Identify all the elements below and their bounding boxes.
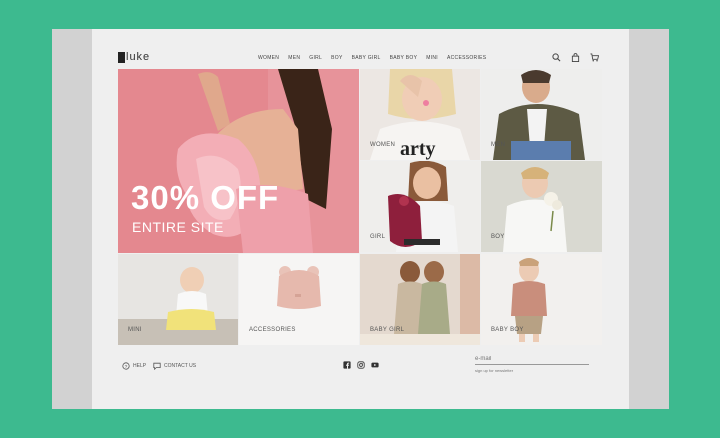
header-icons: [552, 53, 599, 62]
nav-item-boy[interactable]: BOY: [331, 55, 342, 61]
tile-label-mini: MINI: [128, 327, 142, 333]
tile-label-boy: BOY: [491, 234, 505, 240]
nav-item-girl[interactable]: GIRL: [309, 55, 322, 61]
help-label: HELP: [133, 363, 147, 369]
category-tile-girl[interactable]: GIRL: [360, 161, 480, 252]
nav-item-accessories[interactable]: ACCESSORIES: [447, 55, 486, 61]
chat-icon: [153, 362, 161, 370]
social-links: [343, 361, 379, 369]
tile-label-men: MEN: [491, 142, 506, 148]
hero-subline: ENTIRE SITE: [132, 219, 224, 235]
category-tile-accessories[interactable]: ACCESSORIES: [239, 254, 359, 345]
nav-item-mini[interactable]: MINI: [426, 55, 438, 61]
shop-page: luke WOMEN MEN GIRL BOY BABY GIRL BABY B…: [92, 29, 629, 409]
tile-label-accessories: ACCESSORIES: [249, 327, 296, 333]
logo-mark: [118, 51, 125, 63]
help-icon: ?: [122, 362, 130, 370]
main-nav: WOMEN MEN GIRL BOY BABY GIRL BABY BOY MI…: [258, 55, 495, 61]
category-tile-men[interactable]: MEN: [481, 69, 602, 160]
newsletter-note: sign up for newsletter: [475, 368, 514, 373]
help-link[interactable]: ? HELP: [122, 362, 146, 370]
hero-headline: 30% OFF: [131, 179, 280, 216]
svg-text:?: ?: [125, 364, 128, 370]
nav-item-baby-girl[interactable]: BABY GIRL: [352, 55, 381, 61]
tile-label-baby-girl: BABY GIRL: [370, 327, 405, 333]
hero-banner[interactable]: 30% OFF ENTIRE SITE: [118, 69, 359, 253]
contact-label: CONTACT US: [164, 363, 197, 369]
nav-item-baby-boy[interactable]: BABY BOY: [390, 55, 418, 61]
cart-icon[interactable]: [590, 53, 599, 62]
nav-item-men[interactable]: MEN: [288, 55, 300, 61]
search-icon[interactable]: [552, 53, 561, 62]
category-tile-mini[interactable]: MINI: [118, 254, 238, 345]
nav-item-women[interactable]: WOMEN: [258, 55, 279, 61]
category-tile-baby-girl[interactable]: BABY GIRL: [360, 254, 480, 345]
contact-link[interactable]: CONTACT US: [153, 362, 196, 370]
logo-text: luke: [126, 50, 151, 63]
instagram-icon[interactable]: [357, 361, 365, 369]
tile-label-baby-boy: BABY BOY: [491, 327, 524, 333]
bag-icon[interactable]: [571, 53, 580, 62]
tile-label-women: WOMEN: [370, 142, 396, 148]
brand-logo[interactable]: luke: [118, 51, 150, 63]
category-tile-women[interactable]: arty WOMEN: [360, 69, 480, 160]
category-tile-baby-boy[interactable]: BABY BOY: [481, 254, 602, 345]
category-tile-boy[interactable]: BOY: [481, 161, 602, 252]
youtube-icon[interactable]: [371, 361, 379, 369]
facebook-icon[interactable]: [343, 361, 351, 369]
tile-label-girl: GIRL: [370, 234, 386, 240]
svg-text:arty: arty: [400, 138, 436, 160]
newsletter-email-input[interactable]: [475, 354, 589, 365]
